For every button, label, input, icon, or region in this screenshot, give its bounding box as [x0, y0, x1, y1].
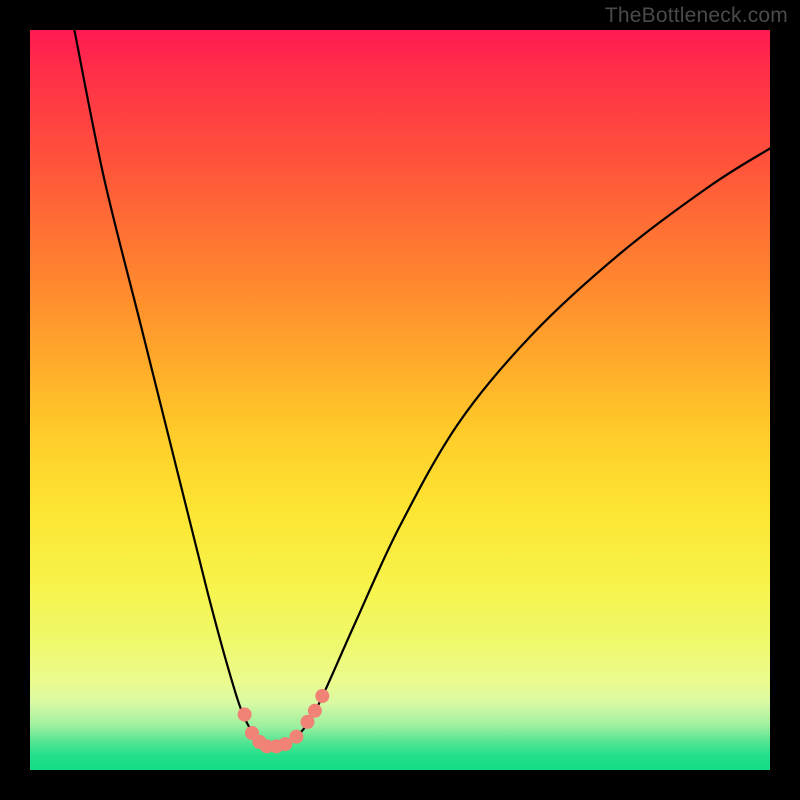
chart-svg: [30, 30, 770, 770]
data-marker: [315, 689, 329, 703]
data-marker: [308, 704, 322, 718]
data-marker: [238, 708, 252, 722]
plot-area: [30, 30, 770, 770]
data-marker: [289, 730, 303, 744]
chart-frame: TheBottleneck.com: [0, 0, 800, 800]
curve-path: [74, 30, 770, 748]
marker-group: [238, 689, 330, 753]
watermark-text: TheBottleneck.com: [605, 4, 788, 28]
